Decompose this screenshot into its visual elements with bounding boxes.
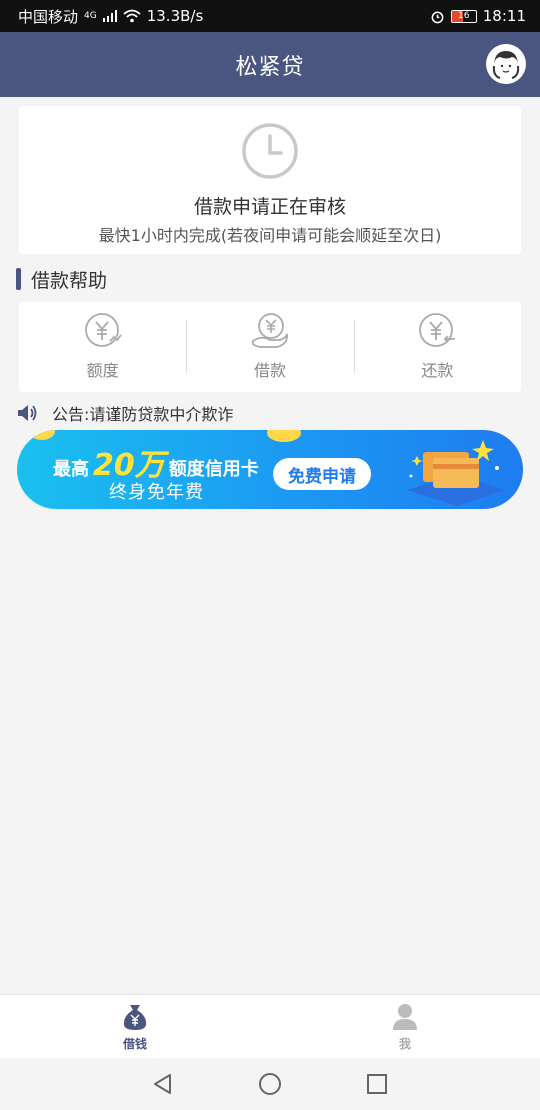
section-title: 借款帮助 bbox=[31, 269, 108, 292]
credit-card-illustration-icon bbox=[407, 440, 505, 506]
banner-subline: 终身免年费 bbox=[109, 482, 204, 503]
coin-decoration bbox=[267, 430, 301, 442]
help-item-label: 额度 bbox=[86, 361, 119, 380]
clock-time: 18:11 bbox=[482, 7, 526, 25]
person-icon bbox=[393, 1004, 417, 1030]
help-item-borrow[interactable]: 借款 bbox=[186, 302, 353, 392]
wifi-icon bbox=[123, 9, 141, 23]
yen-return-icon bbox=[419, 313, 456, 347]
free-apply-button[interactable]: 免费申请 bbox=[273, 458, 371, 490]
review-status-title: 借款申请正在审核 bbox=[193, 196, 346, 218]
system-navigation-bar bbox=[0, 1058, 540, 1110]
home-icon[interactable] bbox=[258, 1072, 282, 1096]
tab-borrow[interactable]: 借钱 bbox=[0, 995, 270, 1058]
announcement-text: 公告:请谨防贷款中介欺诈 bbox=[52, 405, 234, 424]
loan-review-card: 借款申请正在审核 最快1小时内完成(若夜间申请可能会顺延至次日) bbox=[19, 106, 521, 254]
loan-help-card: 额度 借款 还款 bbox=[19, 302, 521, 392]
carrier-label: 中国移动 bbox=[18, 7, 79, 26]
announcement-bar[interactable]: 公告:请谨防贷款中介欺诈 bbox=[16, 400, 233, 426]
tab-me[interactable]: 我 bbox=[270, 995, 540, 1058]
clock-icon bbox=[242, 123, 298, 179]
battery-icon: 16 bbox=[450, 9, 477, 23]
app-header: 松紧贷 bbox=[0, 32, 540, 97]
yen-hand-icon bbox=[252, 313, 288, 348]
coin-decoration bbox=[29, 430, 55, 440]
credit-card-banner[interactable]: 最高 20万 额度信用卡 终身免年费 免费申请 bbox=[17, 430, 523, 509]
network-speed: 13.3B/s bbox=[146, 7, 204, 25]
banner-prefix: 最高 bbox=[53, 459, 89, 480]
yen-quota-icon bbox=[84, 313, 122, 347]
tab-label: 借钱 bbox=[122, 1037, 147, 1051]
money-bag-icon bbox=[123, 1005, 147, 1030]
help-item-repay[interactable]: 还款 bbox=[353, 302, 521, 392]
review-status-subtitle: 最快1小时内完成(若夜间申请可能会顺延至次日) bbox=[98, 226, 442, 245]
battery-level: 16 bbox=[458, 10, 470, 21]
network-type: 4G bbox=[84, 11, 97, 21]
page-title: 松紧贷 bbox=[235, 54, 305, 80]
bottom-tab-bar: 借钱 我 bbox=[0, 994, 540, 1058]
customer-service-button[interactable] bbox=[486, 44, 526, 84]
section-marker bbox=[16, 268, 21, 290]
status-bar: 中国移动 4G 13.3B/s 16 18:11 bbox=[0, 0, 540, 32]
speaker-icon bbox=[18, 405, 37, 421]
recent-apps-icon[interactable] bbox=[366, 1073, 388, 1095]
loan-help-heading: 借款帮助 bbox=[16, 266, 107, 292]
customer-service-avatar-icon bbox=[489, 47, 523, 81]
help-item-label: 还款 bbox=[421, 361, 454, 380]
alarm-icon bbox=[431, 11, 444, 23]
back-icon[interactable] bbox=[152, 1073, 174, 1095]
signal-icon bbox=[102, 10, 117, 22]
help-item-label: 借款 bbox=[253, 361, 286, 380]
tab-label: 我 bbox=[398, 1037, 411, 1051]
help-item-quota[interactable]: 额度 bbox=[19, 302, 186, 392]
